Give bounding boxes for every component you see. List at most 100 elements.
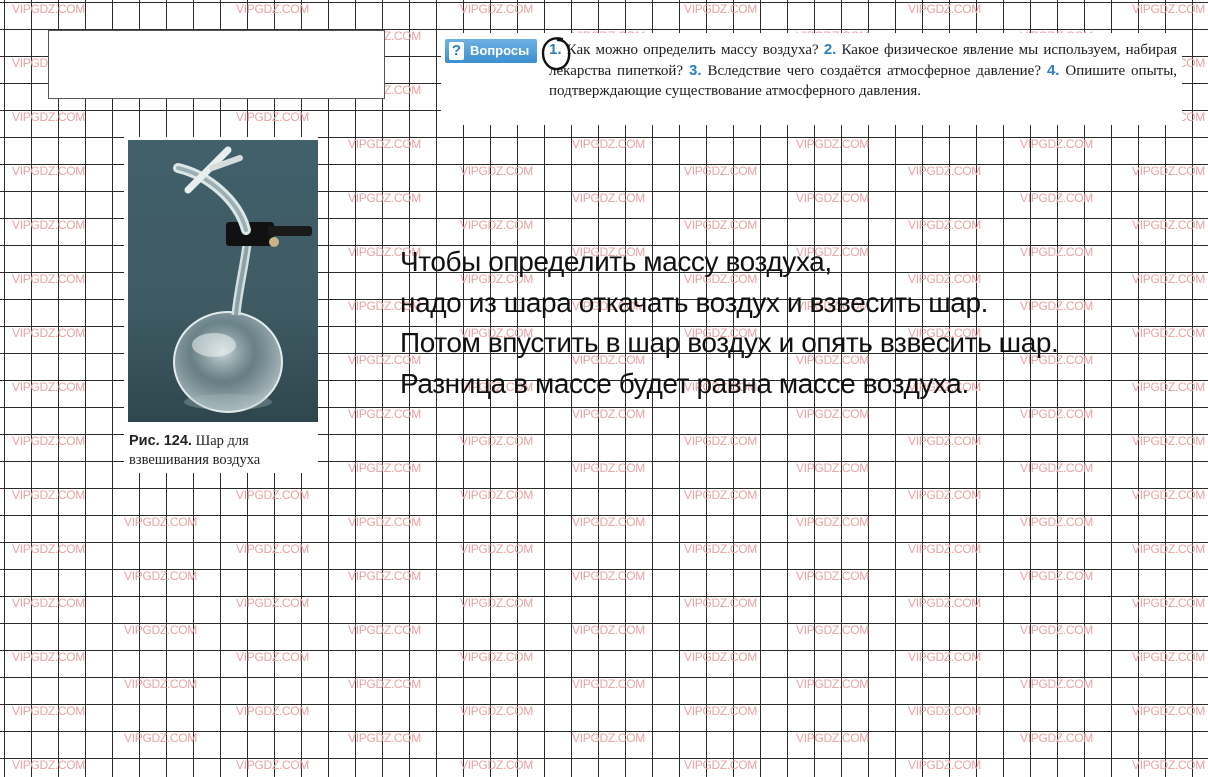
watermark-text: VIPGDZ.COM bbox=[1132, 704, 1206, 718]
watermark-text: VIPGDZ.COM bbox=[124, 515, 198, 529]
watermark-text: VIPGDZ.COM bbox=[684, 704, 758, 718]
watermark-text: VIPGDZ.COM bbox=[684, 650, 758, 664]
watermark-text: VIPGDZ.COM bbox=[684, 758, 758, 772]
watermark-text: VIPGDZ.COM bbox=[796, 677, 870, 691]
watermark-text: VIPGDZ.COM bbox=[12, 380, 86, 394]
watermark-text: VIPGDZ.COM bbox=[796, 623, 870, 637]
watermark-text: VIPGDZ.COM bbox=[236, 758, 310, 772]
figure-caption: Рис. 124. Шар для взвешивания воздуха bbox=[129, 432, 318, 470]
watermark-text: VIPGDZ.COM bbox=[12, 704, 86, 718]
watermark-text: VIPGDZ.COM bbox=[572, 461, 646, 475]
handdrawn-circle-mark bbox=[541, 37, 571, 71]
watermark-text: VIPGDZ.COM bbox=[460, 218, 534, 232]
watermark-text: VIPGDZ.COM bbox=[572, 731, 646, 745]
watermark-text: VIPGDZ.COM bbox=[460, 704, 534, 718]
watermark-text: VIPGDZ.COM bbox=[1132, 650, 1206, 664]
watermark-text: VIPGDZ.COM bbox=[460, 542, 534, 556]
watermark-text: VIPGDZ.COM bbox=[460, 758, 534, 772]
watermark-text: VIPGDZ.COM bbox=[12, 488, 86, 502]
watermark-text: VIPGDZ.COM bbox=[1132, 380, 1206, 394]
watermark-text: VIPGDZ.COM bbox=[572, 569, 646, 583]
watermark-text: VIPGDZ.COM bbox=[236, 542, 310, 556]
questions-tag-label: Вопросы bbox=[470, 43, 530, 58]
watermark-text: VIPGDZ.COM bbox=[908, 488, 982, 502]
watermark-text: VIPGDZ.COM bbox=[12, 272, 86, 286]
watermark-text: VIPGDZ.COM bbox=[572, 677, 646, 691]
watermark-text: VIPGDZ.COM bbox=[684, 218, 758, 232]
question-3-text: Вследствие чего создаётся атмосферное да… bbox=[707, 62, 1042, 79]
watermark-text: VIPGDZ.COM bbox=[348, 569, 422, 583]
watermark-text: VIPGDZ.COM bbox=[1020, 191, 1094, 205]
watermark-text: VIPGDZ.COM bbox=[124, 623, 198, 637]
answer-frame bbox=[48, 30, 385, 99]
answer-line-4: Разница в массе будет равна массе воздух… bbox=[400, 367, 969, 399]
watermark-text: VIPGDZ.COM bbox=[572, 407, 646, 421]
watermark-text: VIPGDZ.COM bbox=[1132, 596, 1206, 610]
watermark-text: VIPGDZ.COM bbox=[236, 110, 310, 124]
watermark-text: VIPGDZ.COM bbox=[12, 218, 86, 232]
watermark-text: VIPGDZ.COM bbox=[460, 488, 534, 502]
flask-photo bbox=[128, 140, 318, 422]
watermark-text: VIPGDZ.COM bbox=[796, 731, 870, 745]
watermark-text: VIPGDZ.COM bbox=[908, 596, 982, 610]
watermark-text: VIPGDZ.COM bbox=[348, 137, 422, 151]
watermark-text: VIPGDZ.COM bbox=[1020, 731, 1094, 745]
watermark-text: VIPGDZ.COM bbox=[1020, 677, 1094, 691]
watermark-text: VIPGDZ.COM bbox=[572, 137, 646, 151]
watermark-text: VIPGDZ.COM bbox=[124, 731, 198, 745]
watermark-text: VIPGDZ.COM bbox=[348, 677, 422, 691]
watermark-text: VIPGDZ.COM bbox=[12, 434, 86, 448]
watermark-text: VIPGDZ.COM bbox=[796, 515, 870, 529]
watermark-text: VIPGDZ.COM bbox=[348, 461, 422, 475]
watermark-text: VIPGDZ.COM bbox=[1020, 515, 1094, 529]
watermark-text: VIPGDZ.COM bbox=[572, 515, 646, 529]
question-3-number: 3. bbox=[689, 61, 702, 79]
watermark-text: VIPGDZ.COM bbox=[348, 731, 422, 745]
watermark-text: VIPGDZ.COM bbox=[124, 569, 198, 583]
watermark-text: VIPGDZ.COM bbox=[796, 191, 870, 205]
watermark-text: VIPGDZ.COM bbox=[908, 434, 982, 448]
watermark-text: VIPGDZ.COM bbox=[908, 650, 982, 664]
watermark-text: VIPGDZ.COM bbox=[572, 191, 646, 205]
watermark-text: VIPGDZ.COM bbox=[1020, 623, 1094, 637]
watermark-text: VIPGDZ.COM bbox=[1132, 434, 1206, 448]
figure-124: Рис. 124. Шар для взвешивания воздуха bbox=[124, 137, 318, 473]
watermark-text: VIPGDZ.COM bbox=[1132, 542, 1206, 556]
watermark-text: VIPGDZ.COM bbox=[236, 2, 310, 16]
watermark-text: VIPGDZ.COM bbox=[236, 704, 310, 718]
question-1-text: Как можно определить массу воздуха? bbox=[566, 42, 819, 58]
handwritten-answer: Чтобы определить массу воздуха, надо из … bbox=[400, 242, 1059, 404]
watermark-text: VIPGDZ.COM bbox=[12, 164, 86, 178]
watermark-text: VIPGDZ.COM bbox=[684, 596, 758, 610]
watermark-text: VIPGDZ.COM bbox=[348, 191, 422, 205]
watermark-text: VIPGDZ.COM bbox=[12, 542, 86, 556]
watermark-text: VIPGDZ.COM bbox=[1132, 2, 1206, 16]
watermark-text: VIPGDZ.COM bbox=[1020, 137, 1094, 151]
watermark-text: VIPGDZ.COM bbox=[796, 137, 870, 151]
watermark-text: VIPGDZ.COM bbox=[1020, 569, 1094, 583]
watermark-text: VIPGDZ.COM bbox=[1132, 164, 1206, 178]
watermark-text: VIPGDZ.COM bbox=[348, 407, 422, 421]
watermark-text: VIPGDZ.COM bbox=[684, 434, 758, 448]
watermark-text: VIPGDZ.COM bbox=[460, 596, 534, 610]
watermark-text: VIPGDZ.COM bbox=[236, 650, 310, 664]
watermark-text: VIPGDZ.COM bbox=[12, 758, 86, 772]
watermark-text: VIPGDZ.COM bbox=[236, 596, 310, 610]
watermark-text: VIPGDZ.COM bbox=[908, 2, 982, 16]
watermark-text: VIPGDZ.COM bbox=[124, 677, 198, 691]
watermark-text: VIPGDZ.COM bbox=[1020, 407, 1094, 421]
questions-text: 1. Как можно определить массу воздуха? 2… bbox=[549, 40, 1177, 102]
watermark-text: VIPGDZ.COM bbox=[796, 461, 870, 475]
watermark-text: VIPGDZ.COM bbox=[12, 650, 86, 664]
watermark-text: VIPGDZ.COM bbox=[460, 164, 534, 178]
watermark-text: VIPGDZ.COM bbox=[908, 164, 982, 178]
watermark-text: VIPGDZ.COM bbox=[348, 623, 422, 637]
question-2-number: 2. bbox=[823, 41, 837, 58]
watermark-text: VIPGDZ.COM bbox=[1132, 758, 1206, 772]
watermark-text: VIPGDZ.COM bbox=[796, 407, 870, 421]
watermark-text: VIPGDZ.COM bbox=[460, 434, 534, 448]
watermark-text: VIPGDZ.COM bbox=[908, 758, 982, 772]
watermark-text: VIPGDZ.COM bbox=[1132, 488, 1206, 502]
watermark-text: VIPGDZ.COM bbox=[460, 2, 534, 16]
watermark-text: VIPGDZ.COM bbox=[684, 2, 758, 16]
